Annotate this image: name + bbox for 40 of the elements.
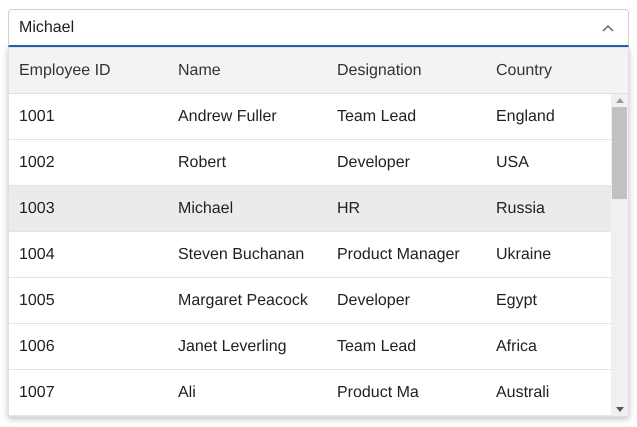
table-cell-text: Robert xyxy=(177,152,228,172)
table-cell-text: Andrew Fuller xyxy=(177,106,278,126)
table-cell-text: Developer xyxy=(336,290,411,310)
table-cell-text: 1006 xyxy=(18,336,56,356)
table-cell-text: 1003 xyxy=(18,198,56,218)
table-cell-text: England xyxy=(495,106,556,126)
table-cell-text: Michael xyxy=(177,198,234,218)
table-cell-text: Africa xyxy=(495,336,538,356)
table-row[interactable]: 1007 Ali Product Ma Australi xyxy=(9,370,611,416)
table-row[interactable]: 1005 Margaret Peacock Developer Egypt xyxy=(9,278,611,324)
table-cell-text: Russia xyxy=(495,198,546,218)
table-cell-text: Product Ma xyxy=(336,382,420,402)
table-cell-text: Margaret Peacock xyxy=(177,290,309,310)
table-cell-text: Australi xyxy=(495,382,550,402)
table-cell-text: Steven Buchanan xyxy=(177,244,306,264)
table-cell-text: Product Manager xyxy=(336,244,461,264)
table-row[interactable]: 1001 Andrew Fuller Team Lead England xyxy=(9,94,611,140)
table-cell-text: Ali xyxy=(177,382,197,402)
table-cell-text: Developer xyxy=(336,152,411,172)
column-header: Name xyxy=(177,60,222,80)
table-row[interactable]: 1003 Michael HR Russia xyxy=(9,186,611,232)
table-row[interactable]: 1002 Robert Developer USA xyxy=(9,140,611,186)
table-cell-text: Janet Leverling xyxy=(177,336,288,356)
table-cell-text: Team Lead xyxy=(336,336,418,356)
table-cell-text: HR xyxy=(336,198,362,218)
table-cell-text: Ukraine xyxy=(495,244,552,264)
column-header: Country xyxy=(495,60,554,80)
column-header: Employee ID xyxy=(18,60,112,80)
table-cell-text: 1004 xyxy=(18,244,56,264)
combo-box-value: Michael xyxy=(19,18,74,38)
table-cell-text: 1002 xyxy=(18,152,56,172)
table-cell-text: Team Lead xyxy=(336,106,418,126)
column-header: Designation xyxy=(336,60,422,80)
table-cell-text: 1001 xyxy=(18,106,56,126)
table-row[interactable]: 1006 Janet Leverling Team Lead Africa xyxy=(9,324,611,370)
table-cell-text: 1005 xyxy=(18,290,56,310)
table-cell-text: USA xyxy=(495,152,530,172)
table-cell-text: 1007 xyxy=(18,382,56,402)
table-cell-text: Egypt xyxy=(495,290,538,310)
table-row[interactable]: 1004 Steven Buchanan Product Manager Ukraine xyxy=(9,232,611,278)
